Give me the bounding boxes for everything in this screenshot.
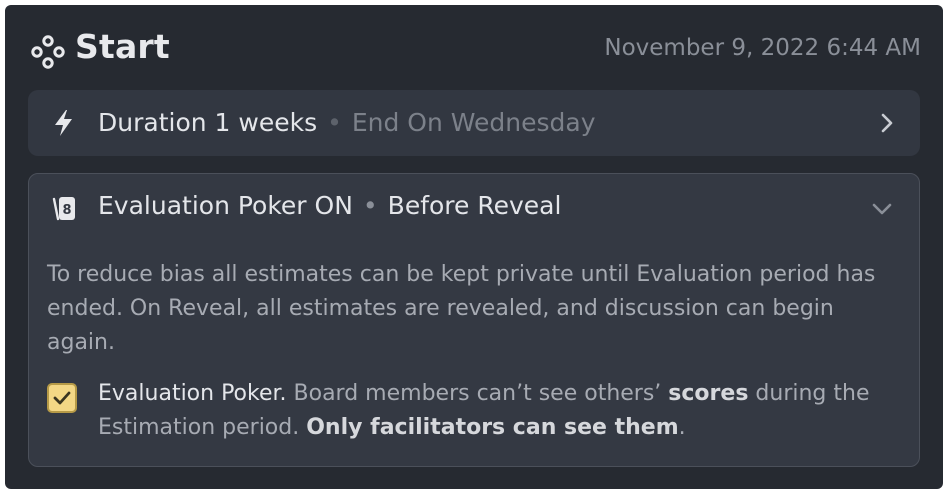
stages-icon (31, 35, 65, 69)
duration-row[interactable]: Duration 1 weeks • End On Wednesday (28, 90, 920, 156)
start-stage-panel: Start November 9, 2022 6:44 AM Duration … (5, 5, 943, 489)
checkbox-text-1: Board members can’t see others’ (286, 381, 669, 406)
separator-dot: • (327, 108, 342, 137)
stage-title: Start (75, 27, 170, 66)
cards-icon: 8 (52, 197, 75, 221)
evaluation-title[interactable]: Evaluation Poker ON • Before Reveal (98, 191, 561, 220)
stage-timestamp: November 9, 2022 6:44 AM (604, 35, 921, 61)
evaluation-poker-section: 8 Evaluation Poker ON • Before Reveal To r… (28, 173, 920, 467)
end-day-label: End On Wednesday (351, 108, 596, 137)
evaluation-poker-checkbox-label: Evaluation Poker. Board members can’t se… (98, 377, 908, 445)
checkbox-text-3: . (678, 415, 686, 440)
duration-text: Duration 1 weeks • End On Wednesday (98, 108, 596, 137)
separator-dot: • (362, 191, 378, 220)
evaluation-description: To reduce bias all estimates can be kept… (47, 262, 876, 355)
stage-header: Start November 9, 2022 6:44 AM (5, 5, 943, 93)
card-number: 8 (62, 203, 71, 218)
chevron-right-icon[interactable] (880, 112, 894, 134)
duration-label: Duration 1 weeks (98, 108, 318, 137)
checkbox-lead: Evaluation Poker. (98, 381, 287, 406)
evaluation-mode: Before Reveal (387, 191, 562, 220)
checkmark-icon (53, 391, 71, 405)
bolt-icon (55, 110, 72, 136)
checkbox-bold-facilitators: Only facilitators can see them (306, 415, 679, 440)
checkbox-bold-scores: scores (668, 381, 749, 406)
chevron-down-icon[interactable] (871, 202, 893, 216)
evaluation-poker-checkbox[interactable] (47, 383, 77, 413)
evaluation-status: Evaluation Poker ON (98, 191, 353, 220)
